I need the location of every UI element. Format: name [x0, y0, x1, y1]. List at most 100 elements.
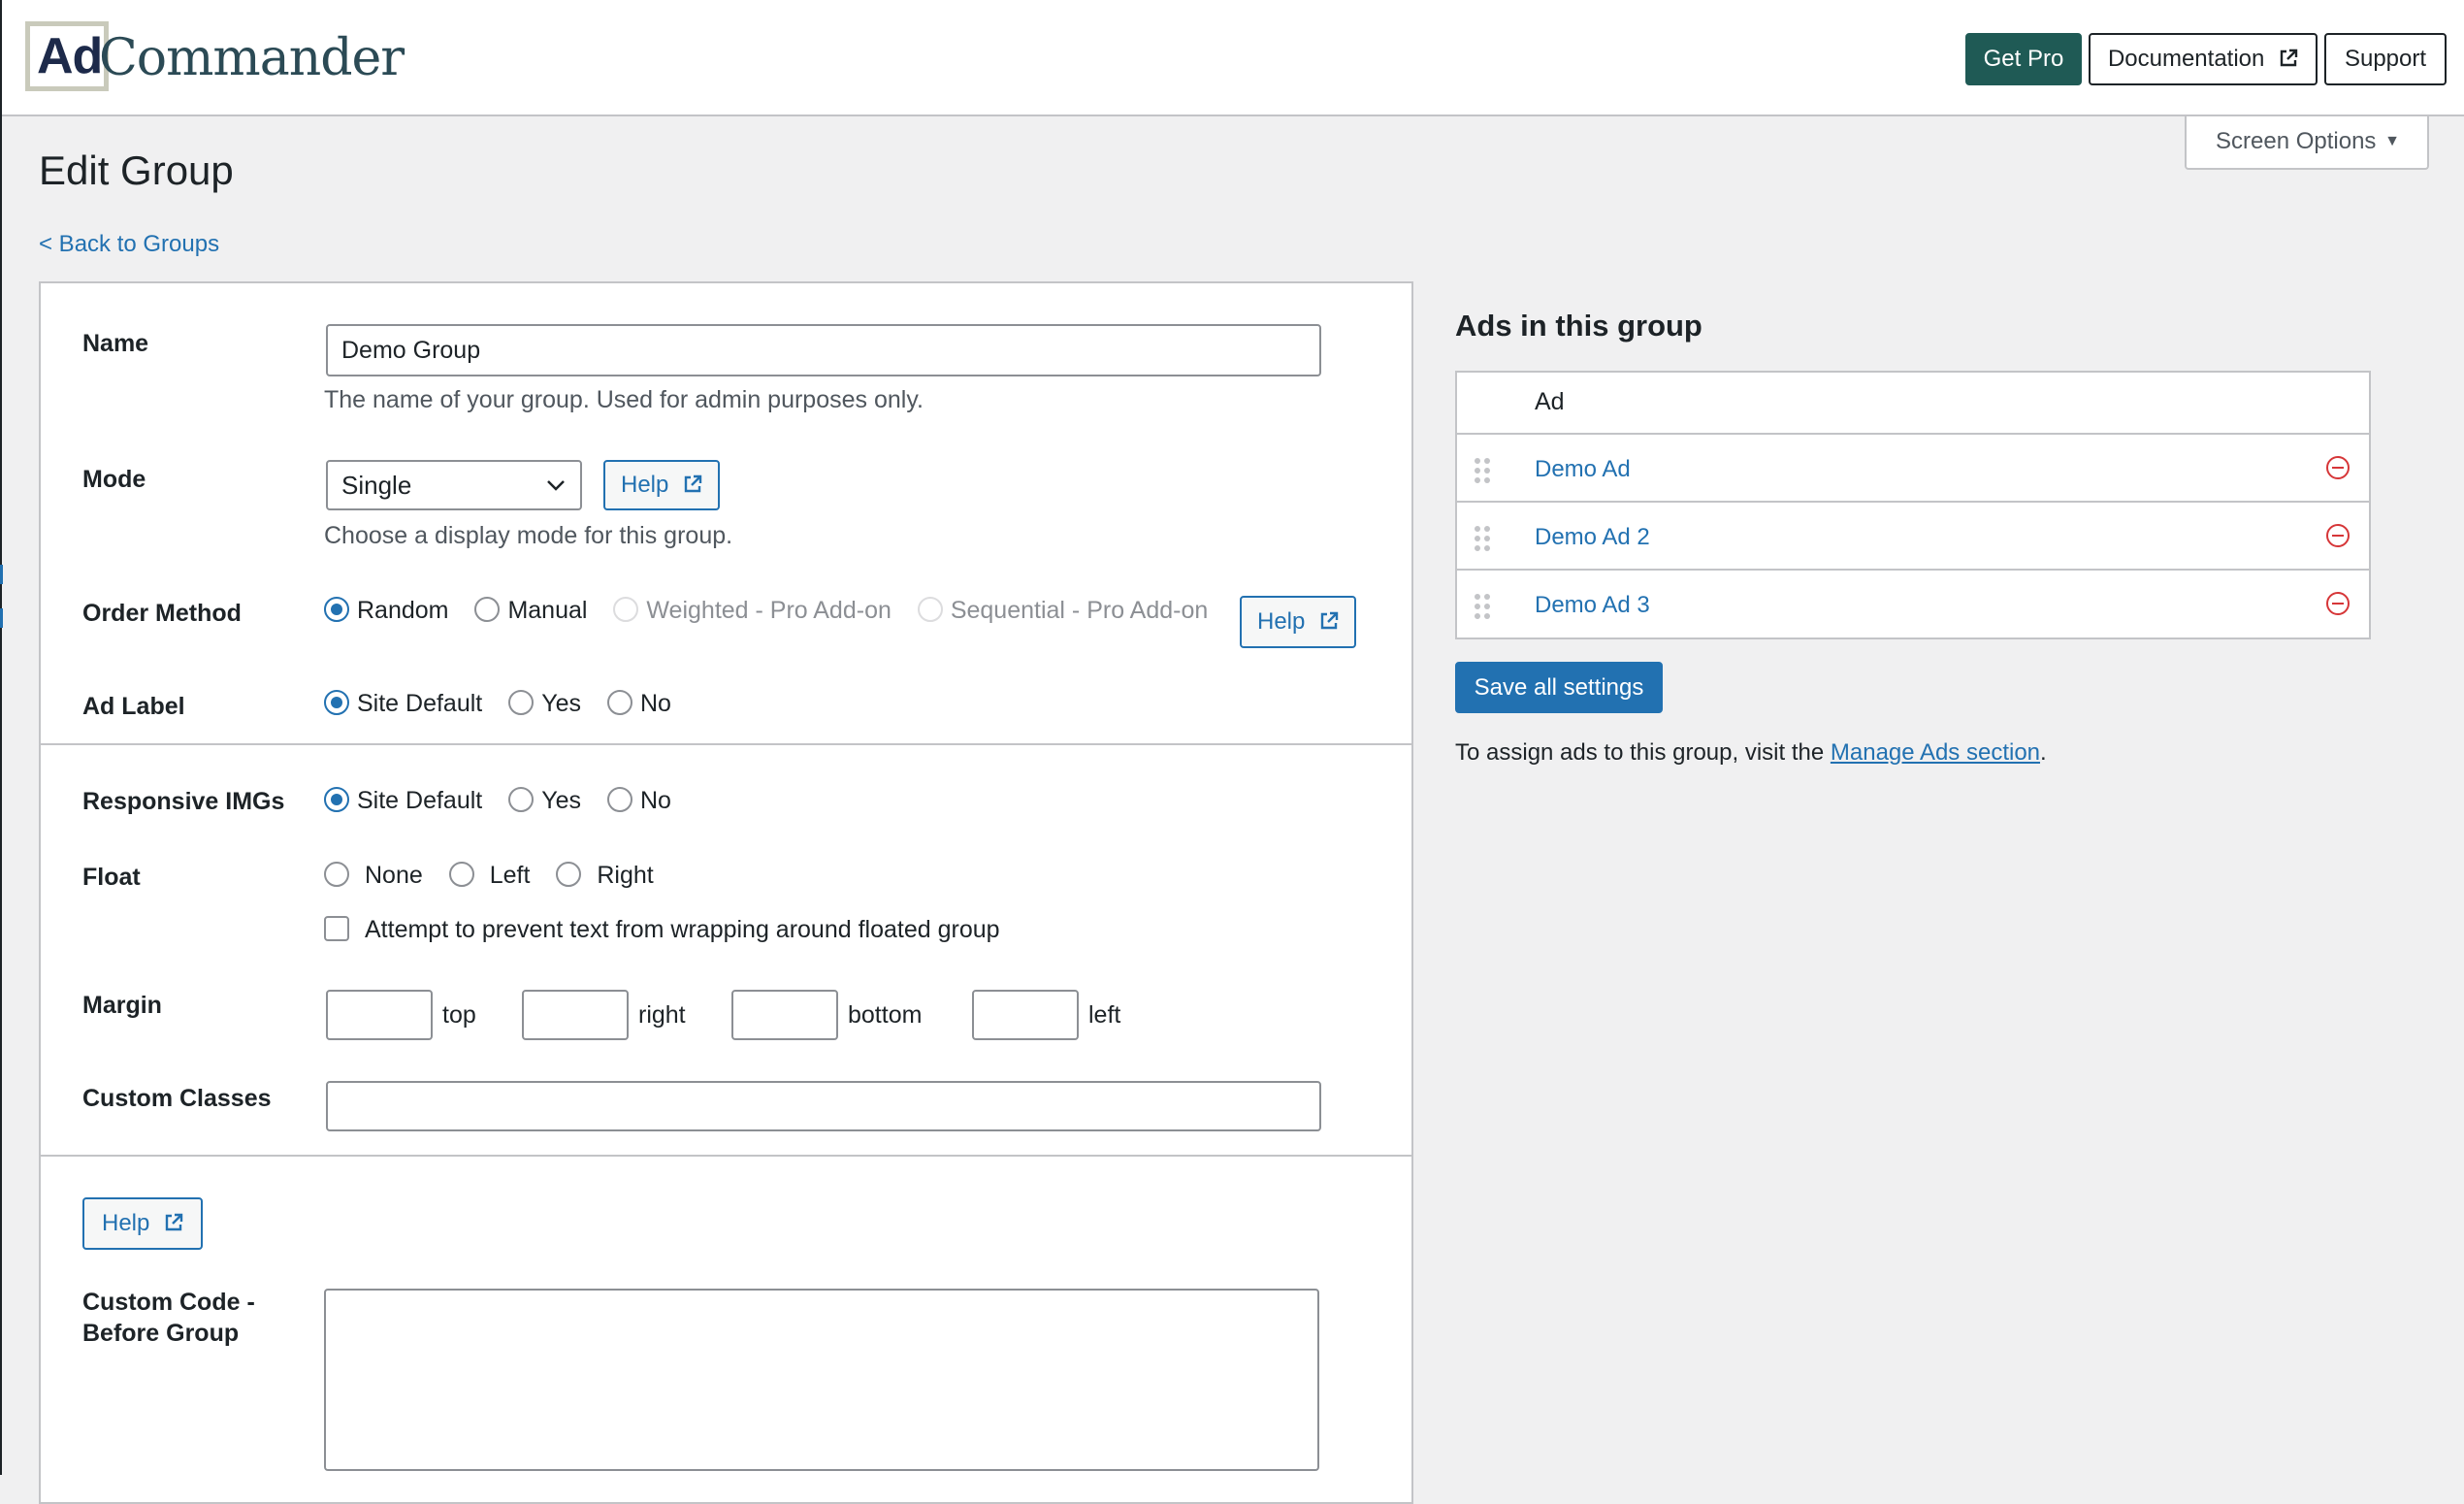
custom-classes-input[interactable] — [326, 1081, 1321, 1131]
documentation-button[interactable]: Documentation — [2089, 33, 2318, 85]
support-button[interactable]: Support — [2324, 33, 2447, 85]
radio[interactable] — [556, 862, 582, 887]
radio[interactable] — [448, 862, 474, 887]
left-edge-marker — [0, 565, 3, 584]
float-radios: None Left Right — [324, 862, 673, 890]
remove-ad-icon[interactable] — [2324, 522, 2351, 549]
name-label: Name — [82, 330, 149, 357]
chevron-down-icon — [547, 480, 565, 491]
order-manual-option[interactable]: Manual — [474, 597, 587, 625]
external-link-icon — [2280, 49, 2298, 67]
section-divider — [41, 1155, 1411, 1157]
order-method-radios: Random Manual Weighted - Pro Add-on Sequ… — [324, 597, 1227, 625]
order-random-option[interactable]: Random — [324, 597, 449, 625]
float-right-option[interactable]: Right — [556, 862, 654, 890]
custom-code-help-button[interactable]: Help — [82, 1197, 203, 1250]
responsive-no-option[interactable]: No — [606, 787, 671, 815]
radio[interactable] — [474, 597, 501, 622]
responsive-imgs-radios: Site Default Yes No — [324, 787, 691, 815]
margin-left-input[interactable] — [972, 990, 1079, 1040]
option-label: None — [365, 862, 423, 889]
responsive-yes-option[interactable]: Yes — [508, 787, 581, 815]
left-edge-marker — [0, 608, 3, 628]
radio[interactable] — [324, 862, 349, 887]
option-label: No — [639, 690, 671, 717]
radio[interactable] — [606, 787, 632, 812]
page-title: Edit Group — [39, 147, 234, 193]
ad-link[interactable]: Demo Ad — [1535, 456, 1631, 483]
margin-top-label: top — [442, 1001, 476, 1029]
radio[interactable] — [508, 690, 535, 715]
float-left-option[interactable]: Left — [448, 862, 531, 890]
ad-label-radios: Site Default Yes No — [324, 690, 691, 718]
custom-code-before-textarea[interactable] — [324, 1289, 1319, 1471]
help-label: Help — [620, 472, 669, 498]
custom-classes-label: Custom Classes — [82, 1085, 272, 1112]
caret-down-icon: ▼ — [2384, 133, 2400, 149]
get-pro-button[interactable]: Get Pro — [1965, 33, 2082, 85]
ad-link[interactable]: Demo Ad 3 — [1535, 592, 1650, 619]
radio[interactable] — [508, 787, 535, 812]
margin-top-input[interactable] — [326, 990, 433, 1040]
option-label: Site Default — [357, 787, 483, 814]
prevent-wrap-label: Attempt to prevent text from wrapping ar… — [365, 916, 1000, 943]
save-all-settings-button[interactable]: Save all settings — [1455, 662, 1663, 713]
external-link-icon — [1320, 611, 1339, 630]
manage-ads-link[interactable]: Manage Ads section — [1831, 739, 2040, 766]
option-label: Sequential - Pro Add-on — [950, 597, 1209, 624]
option-label: Yes — [541, 787, 581, 814]
prevent-wrap-checkbox-row[interactable]: Attempt to prevent text from wrapping ar… — [324, 916, 1000, 944]
remove-ad-icon[interactable] — [2324, 454, 2351, 481]
ad-row: Demo Ad 3 — [1457, 571, 2369, 638]
mode-help-button[interactable]: Help — [603, 460, 720, 510]
get-pro-label: Get Pro — [1983, 46, 2064, 72]
radio-checked[interactable] — [324, 787, 349, 812]
drag-handle-icon[interactable] — [1473, 524, 1492, 553]
help-label: Help — [1256, 608, 1306, 635]
margin-right-input[interactable] — [522, 990, 629, 1040]
back-to-groups-link[interactable]: < Back to Groups — [39, 231, 219, 258]
assign-text: To assign ads to this group, visit the — [1455, 739, 1831, 766]
external-link-icon — [684, 474, 702, 493]
radio[interactable] — [606, 690, 632, 715]
assign-ads-note: To assign ads to this group, visit the M… — [1455, 739, 2047, 767]
option-label: Site Default — [357, 690, 483, 717]
radio-checked[interactable] — [324, 597, 349, 622]
option-label: Manual — [507, 597, 588, 624]
section-divider — [41, 743, 1411, 745]
radio-checked[interactable] — [324, 690, 349, 715]
option-label: Left — [489, 862, 531, 889]
ad-link[interactable]: Demo Ad 2 — [1535, 524, 1650, 551]
remove-ad-icon[interactable] — [2324, 590, 2351, 617]
ad-column-header: Ad — [1535, 388, 1565, 415]
screen-options-toggle[interactable]: Screen Options ▼ — [2185, 116, 2429, 170]
mode-select[interactable]: Single — [326, 460, 582, 510]
order-method-help-button[interactable]: Help — [1240, 596, 1356, 648]
ad-label-yes-option[interactable]: Yes — [508, 690, 581, 718]
radio-disabled — [917, 597, 943, 622]
ad-label-site-default-option[interactable]: Site Default — [324, 690, 482, 718]
option-label: Right — [597, 862, 654, 889]
margin-right-label: right — [638, 1001, 686, 1029]
external-link-icon — [165, 1213, 183, 1231]
custom-code-before-label-line1: Custom Code - — [82, 1289, 255, 1316]
ad-label-label: Ad Label — [82, 693, 185, 720]
margin-bottom-input[interactable] — [731, 990, 838, 1040]
option-label: No — [639, 787, 671, 814]
responsive-imgs-label: Responsive IMGs — [82, 788, 285, 815]
prevent-wrap-checkbox[interactable] — [324, 916, 349, 941]
assign-text-end: . — [2040, 739, 2047, 766]
margin-bottom-label: bottom — [848, 1001, 923, 1029]
drag-handle-icon[interactable] — [1473, 592, 1492, 621]
ad-label-no-option[interactable]: No — [606, 690, 671, 718]
drag-handle-icon[interactable] — [1473, 456, 1492, 485]
group-name-input[interactable] — [326, 324, 1321, 376]
adcommander-logo: Ad Commander — [21, 19, 405, 97]
mode-label: Mode — [82, 466, 146, 493]
ad-row: Demo Ad 2 — [1457, 503, 2369, 571]
save-button-label: Save all settings — [1474, 674, 1644, 701]
radio-disabled — [613, 597, 639, 622]
float-none-option[interactable]: None — [324, 862, 423, 890]
mode-description: Choose a display mode for this group. — [324, 522, 733, 549]
responsive-site-default-option[interactable]: Site Default — [324, 787, 482, 815]
